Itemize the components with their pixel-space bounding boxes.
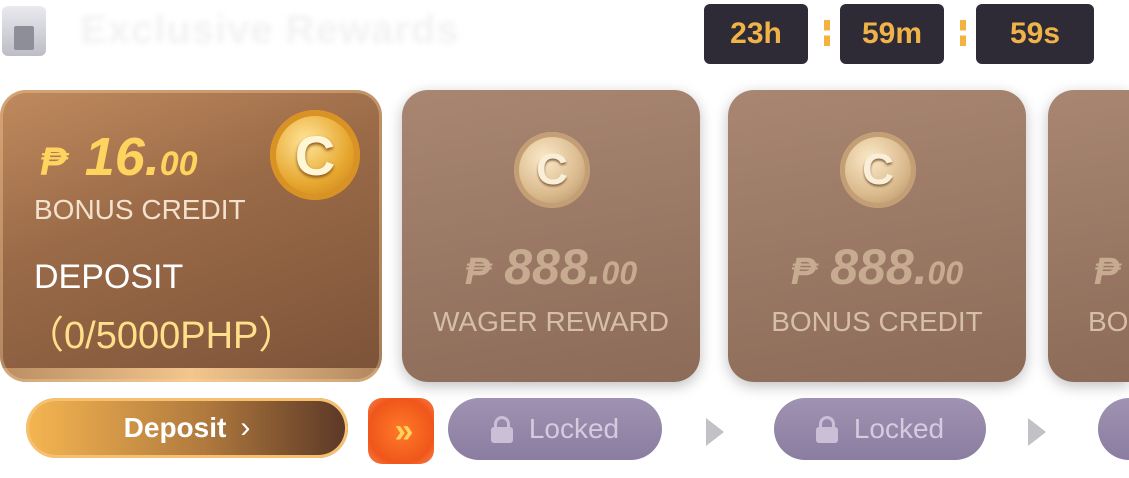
locked-button-label: Locked — [853, 413, 945, 444]
lock-icon — [490, 416, 513, 443]
amount-decimal: 00 — [159, 145, 198, 183]
locked-button[interactable] — [1098, 398, 1129, 460]
amount-integer: 16. — [84, 127, 160, 187]
reward-amount: ₱ 888.00 — [728, 238, 1026, 296]
locked-button[interactable]: Locked — [448, 398, 662, 460]
requirement-progress: （0/5000PHP） — [26, 315, 297, 357]
reward-card-locked: C ₱ 888.00 WAGER REWARD — [402, 90, 700, 382]
reward-amount: ₱ 16.00 — [40, 126, 198, 188]
lock-icon — [815, 416, 838, 443]
gift-icon — [2, 6, 46, 56]
timer-separator — [960, 20, 966, 46]
amount-integer: 888. — [830, 239, 928, 295]
currency-symbol: ₱ — [40, 140, 67, 184]
reward-card-locked: C ₱ 888.00 BONUS CREDIT — [728, 90, 1026, 382]
deposit-button-label: Deposit — [123, 412, 227, 443]
reward-type-label: BO — [1088, 306, 1129, 337]
coin-icon: C — [270, 110, 360, 200]
amount-decimal: 00 — [927, 255, 964, 291]
currency-symbol: ₱ — [1094, 251, 1120, 293]
reward-type-label: BONUS CREDIT — [34, 194, 246, 225]
currency-symbol: ₱ — [790, 251, 817, 293]
reward-type-label: BONUS CREDIT — [771, 306, 983, 337]
amount-decimal: 00 — [601, 255, 638, 291]
coin-icon: C — [840, 132, 916, 208]
coin-letter: C — [862, 145, 894, 194]
chevron-right-icon: › — [240, 411, 251, 444]
reward-type-label: WAGER REWARD — [433, 306, 669, 337]
timer-hours: 23h — [704, 4, 808, 64]
reward-amount: ₱ 888.00 — [402, 238, 700, 296]
timer-minutes: 59m — [840, 4, 944, 64]
requirement-label: DEPOSIT — [34, 258, 184, 296]
fast-forward-icon: » — [368, 398, 434, 464]
play-arrow-icon — [1028, 418, 1046, 446]
amount-integer: 888. — [504, 239, 602, 295]
reward-card-locked: ₱ BO — [1048, 90, 1129, 382]
page-title: Exclusive Rewards — [80, 8, 460, 52]
play-arrow-icon — [706, 418, 724, 446]
reward-amount: ₱ — [1094, 238, 1129, 296]
coin-letter: C — [294, 123, 336, 187]
locked-button-label: Locked — [528, 413, 620, 444]
deposit-button[interactable]: Deposit › — [26, 398, 348, 458]
reward-card-active: ₱ 16.00 BONUS CREDIT DEPOSIT （0/5000PHP） … — [0, 90, 382, 382]
timer-seconds: 59s — [976, 4, 1094, 64]
locked-button[interactable]: Locked — [774, 398, 986, 460]
currency-symbol: ₱ — [464, 251, 491, 293]
coin-icon: C — [514, 132, 590, 208]
timer-separator — [824, 20, 830, 46]
coin-letter: C — [536, 145, 568, 194]
